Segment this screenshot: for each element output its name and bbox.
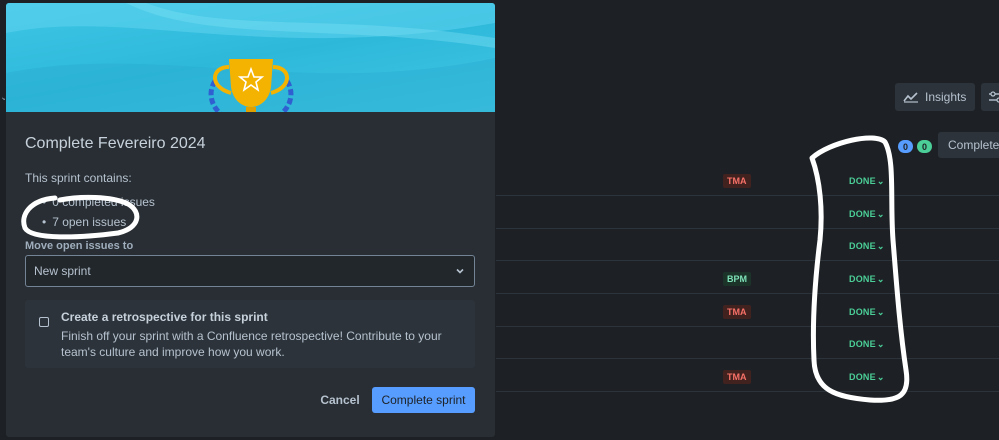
issue-label-badge: TMA <box>723 174 751 188</box>
issue-row[interactable]: TMA DONE⌄ <box>496 164 999 196</box>
completed-issues-item: • 0 completed issues <box>42 195 155 209</box>
dialog-title: Complete Fevereiro 2024 <box>25 135 206 152</box>
issue-row[interactable]: DONE⌄ <box>496 327 999 359</box>
status-dropdown[interactable]: DONE⌄ <box>849 372 885 383</box>
insights-button[interactable]: Insights <box>895 83 975 111</box>
sliders-icon <box>989 91 999 103</box>
chevron-down-icon: ⌄ <box>876 209 885 219</box>
chevron-down-icon: ⌄ <box>876 307 885 317</box>
done-count-badge: 0 <box>917 140 932 153</box>
status-text: DONE <box>849 209 876 219</box>
issue-row[interactable]: DONE⌄ <box>496 197 999 229</box>
insights-label: Insights <box>925 90 967 104</box>
dialog-hero-banner <box>6 3 495 112</box>
retrospective-checkbox[interactable] <box>39 317 49 327</box>
issue-label-badge: TMA <box>723 370 751 384</box>
status-dropdown[interactable]: DONE⌄ <box>849 209 885 220</box>
chevron-down-icon: ⌄ <box>876 274 885 284</box>
move-issues-select[interactable]: New sprint <box>25 255 475 287</box>
chevron-down-icon: ⌄ <box>876 176 885 186</box>
complete-sprint-dialog: Complete Fevereiro 2024 This sprint cont… <box>6 3 495 437</box>
status-dropdown[interactable]: DONE⌄ <box>849 176 885 187</box>
move-issues-label: Move open issues to <box>25 240 134 252</box>
status-text: DONE <box>849 307 876 317</box>
issue-label-badge: TMA <box>723 305 751 319</box>
view-settings-button[interactable] <box>981 83 999 111</box>
status-text: DONE <box>849 339 876 349</box>
status-text: DONE <box>849 372 876 382</box>
open-issues-item: • 7 open issues <box>42 215 126 229</box>
select-value: New sprint <box>34 264 91 278</box>
open-issues-text: 7 open issues <box>52 215 127 229</box>
issue-row[interactable]: DONE⌄ <box>496 229 999 261</box>
chevron-down-icon <box>456 268 464 274</box>
status-dropdown[interactable]: DONE⌄ <box>849 274 885 285</box>
status-dropdown[interactable]: DONE⌄ <box>849 307 885 318</box>
issue-label-badge: BPM <box>723 272 751 286</box>
status-text: DONE <box>849 241 876 251</box>
chart-line-icon <box>903 92 918 103</box>
retrospective-title: Create a retrospective for this sprint <box>61 310 268 324</box>
complete-sprint-button[interactable]: Complete sprint <box>372 387 475 413</box>
issue-row[interactable]: BPM DONE⌄ <box>496 262 999 294</box>
status-text: DONE <box>849 274 876 284</box>
sprint-contains-label: This sprint contains: <box>25 171 132 185</box>
status-dropdown[interactable]: DONE⌄ <box>849 241 885 252</box>
retrospective-description: Finish off your sprint with a Confluence… <box>61 329 442 359</box>
chevron-down-icon: ⌄ <box>876 241 885 251</box>
bullet-dot: • <box>42 215 47 229</box>
todo-count-badge: 0 <box>898 140 913 153</box>
chevron-down-icon: ⌄ <box>876 339 885 349</box>
status-dropdown[interactable]: DONE⌄ <box>849 339 885 350</box>
cancel-button[interactable]: Cancel <box>312 387 368 413</box>
trophy-icon <box>208 59 294 112</box>
issue-row[interactable]: TMA DONE⌄ <box>496 295 999 327</box>
status-text: DONE <box>849 176 876 186</box>
issue-row[interactable]: TMA DONE⌄ <box>496 360 999 392</box>
bullet-dot: • <box>42 195 47 209</box>
retrospective-panel: Create a retrospective for this sprint F… <box>25 300 475 368</box>
complete-sprint-board-button[interactable]: Complete <box>938 132 999 158</box>
completed-issues-text: 0 completed issues <box>52 195 155 209</box>
chevron-down-icon: ⌄ <box>876 372 885 382</box>
